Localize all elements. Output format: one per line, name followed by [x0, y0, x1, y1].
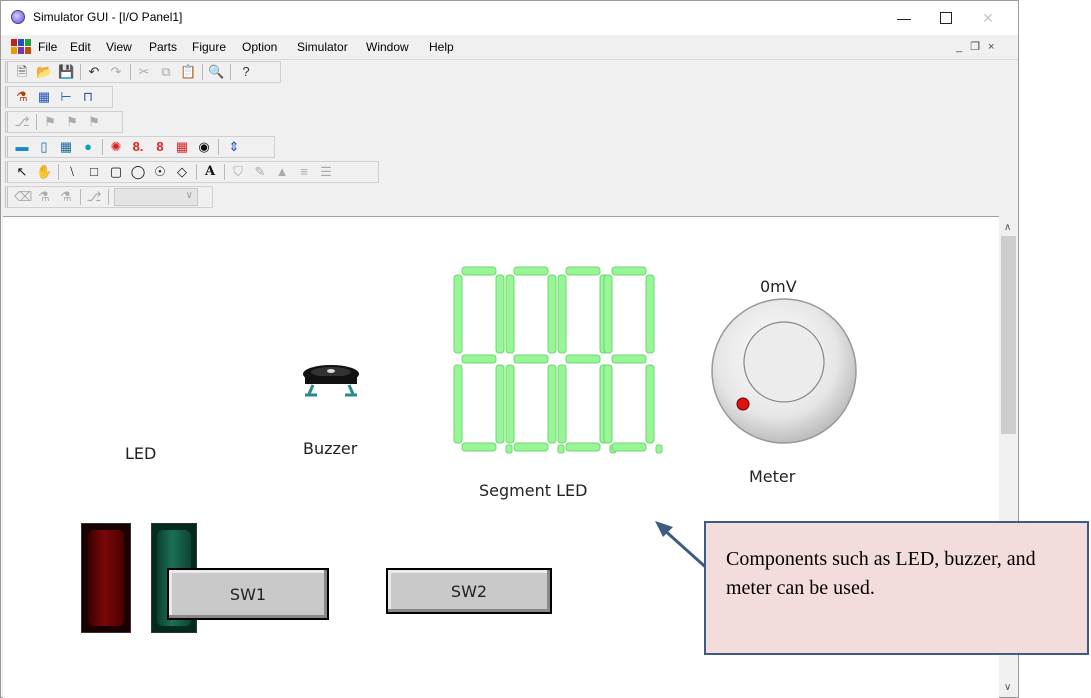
annotation-callout: Components such as LED, buzzer, and mete…: [704, 521, 1089, 655]
callout-text: Components such as LED, buzzer, and mete…: [726, 548, 1036, 599]
